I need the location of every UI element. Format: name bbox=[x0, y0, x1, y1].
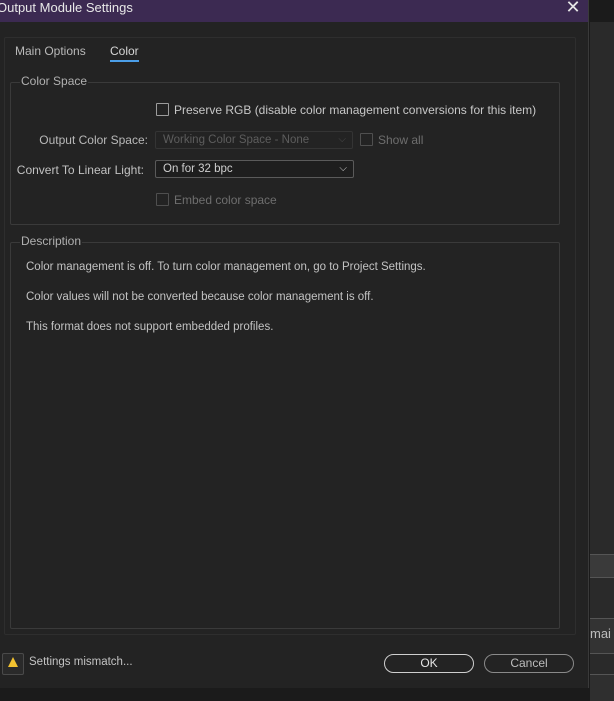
convert-linear-label: Convert To Linear Light: bbox=[16, 163, 144, 177]
background-strip bbox=[590, 554, 614, 578]
preserve-rgb-checkbox[interactable] bbox=[156, 103, 169, 116]
warning-icon bbox=[8, 657, 18, 667]
ok-button[interactable]: OK bbox=[384, 654, 474, 673]
warning-badge[interactable] bbox=[2, 653, 24, 675]
convert-linear-value: On for 32 bpc bbox=[163, 163, 233, 175]
description-legend: Description bbox=[20, 234, 83, 248]
close-icon[interactable]: ✕ bbox=[564, 0, 582, 16]
description-line: Color management is off. To turn color m… bbox=[26, 261, 426, 273]
convert-linear-select[interactable]: On for 32 bpc ⌵ bbox=[155, 160, 354, 178]
output-color-space-value: Working Color Space - None bbox=[163, 134, 310, 146]
description-line: This format does not support embedded pr… bbox=[26, 321, 274, 333]
show-all-checkbox bbox=[360, 133, 373, 146]
preserve-rgb-label: Preserve RGB (disable color management c… bbox=[174, 103, 537, 117]
output-module-settings-dialog: Output Module Settings ✕ Main Options Co… bbox=[0, 0, 589, 688]
tab-color[interactable]: Color bbox=[110, 44, 139, 62]
cancel-button[interactable]: Cancel bbox=[484, 654, 574, 673]
background-partial-text: mai bbox=[590, 626, 611, 641]
chevron-down-icon: ⌵ bbox=[339, 163, 347, 174]
background-window: mai bbox=[590, 22, 614, 701]
window-title: Output Module Settings bbox=[0, 0, 133, 15]
tab-bar: Main Options Color bbox=[0, 40, 588, 64]
color-space-legend: Color Space bbox=[20, 74, 89, 88]
show-all-label: Show all bbox=[378, 133, 424, 147]
output-color-space-label: Output Color Space: bbox=[39, 133, 148, 147]
description-line: Color values will not be converted becau… bbox=[26, 291, 374, 303]
output-color-space-select: Working Color Space - None ⌵ bbox=[155, 131, 353, 149]
tab-main-options[interactable]: Main Options bbox=[15, 44, 86, 58]
settings-mismatch-text[interactable]: Settings mismatch... bbox=[29, 656, 133, 668]
title-bar[interactable]: Output Module Settings ✕ bbox=[0, 0, 588, 22]
embed-color-space-label: Embed color space bbox=[174, 193, 277, 207]
embed-color-space-checkbox bbox=[156, 193, 169, 206]
chevron-down-icon: ⌵ bbox=[338, 134, 346, 145]
